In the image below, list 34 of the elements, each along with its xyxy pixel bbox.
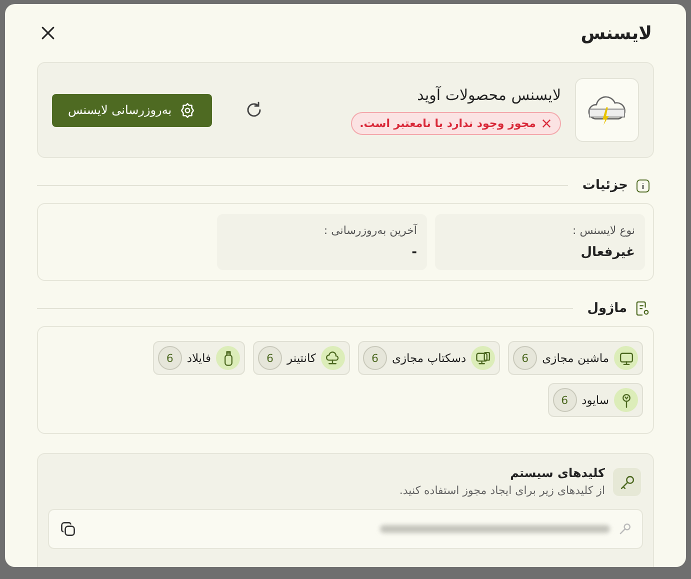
close-icon bbox=[541, 118, 552, 128]
section-title: جزئیات bbox=[582, 178, 628, 193]
product-title: لایسنس محصولات آوید bbox=[417, 86, 561, 104]
module-count: 6 bbox=[258, 346, 282, 370]
module-icon bbox=[320, 346, 345, 370]
dialog-title: لایسنس bbox=[580, 22, 652, 44]
module-count: 6 bbox=[513, 346, 538, 370]
field-value: - bbox=[412, 245, 417, 260]
document-gear-icon bbox=[635, 301, 650, 316]
module-name: دسکتاپ مجازی bbox=[392, 351, 466, 365]
module-icon bbox=[614, 346, 638, 370]
status-text: مجوز وجود ندارد یا نامعتبر است. bbox=[360, 116, 536, 130]
info-icon bbox=[636, 178, 650, 192]
module-count: 6 bbox=[552, 388, 577, 412]
field-value: غیرفعال bbox=[580, 245, 635, 260]
field-label: نوع لایسنس : bbox=[572, 224, 635, 237]
copy-button[interactable] bbox=[59, 520, 77, 538]
cloud-logo-icon bbox=[575, 78, 639, 142]
keys-title: کلیدهای سیستم bbox=[509, 466, 605, 480]
module-name: کانتینر bbox=[287, 351, 316, 365]
module-count: 6 bbox=[158, 346, 182, 370]
update-license-button[interactable]: به‌روزرسانی لایسنس bbox=[52, 94, 212, 126]
keys-subtitle: از کلیدهای زیر برای ایجاد مجوز استفاده کنید. bbox=[399, 484, 605, 497]
module-name: فایلاد bbox=[186, 351, 212, 365]
module-icon bbox=[614, 388, 638, 412]
section-title: ماژول bbox=[587, 301, 627, 316]
module-name: ماشین مجازی bbox=[542, 351, 609, 365]
gear-icon bbox=[178, 102, 196, 118]
module-icon bbox=[471, 346, 496, 370]
module-icon bbox=[216, 346, 240, 370]
module-count: 6 bbox=[362, 346, 387, 370]
field-label: آخرین به‌روزرسانی : bbox=[324, 224, 417, 237]
close-button[interactable] bbox=[39, 24, 57, 42]
module-name: سایود bbox=[582, 393, 609, 407]
